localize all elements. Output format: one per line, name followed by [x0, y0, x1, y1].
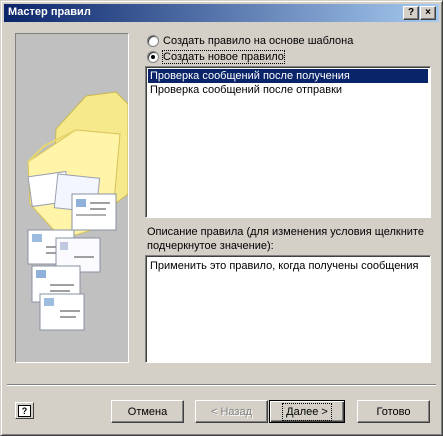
help-button[interactable]: ?: [15, 402, 34, 419]
radio-new-rule[interactable]: [147, 51, 159, 63]
radio-from-template[interactable]: [147, 35, 159, 47]
option-new-rule-label: Создать новое правило: [162, 50, 285, 64]
rule-type-list[interactable]: Проверка сообщений после получения Прове…: [145, 66, 431, 218]
title-bar[interactable]: Мастер правил ? ×: [4, 4, 439, 22]
help-icon: ?: [18, 404, 31, 417]
rule-description-text: Применить это правило, когда получены со…: [150, 260, 419, 272]
question-mark-icon: ?: [407, 7, 415, 18]
close-icon: ×: [425, 7, 431, 18]
window-title: Мастер правил: [8, 6, 91, 18]
wizard-illustration: [15, 33, 129, 363]
finish-button[interactable]: Готово: [357, 400, 430, 423]
option-from-template-label: Создать правило на основе шаблона: [163, 35, 354, 47]
next-button-label: Далее >: [282, 402, 332, 421]
finish-button-label: Готово: [376, 405, 411, 418]
option-from-template[interactable]: Создать правило на основе шаблона: [147, 34, 353, 48]
back-button[interactable]: < Назад: [195, 400, 268, 423]
rules-wizard-dialog: Мастер правил ? × Создать правило на осн…: [0, 0, 443, 436]
folder-letters-icon: [27, 91, 128, 331]
list-item[interactable]: Проверка сообщений после отправки: [148, 83, 428, 97]
cancel-button[interactable]: Отмена: [111, 400, 184, 423]
next-button[interactable]: Далее >: [269, 400, 345, 423]
separator: [7, 384, 436, 386]
title-help-button[interactable]: ?: [403, 6, 419, 20]
cancel-button-label: Отмена: [127, 405, 168, 418]
list-item[interactable]: Проверка сообщений после получения: [148, 69, 428, 83]
close-button[interactable]: ×: [420, 6, 436, 20]
rule-description-box[interactable]: Применить это правило, когда получены со…: [145, 255, 431, 363]
option-new-rule[interactable]: Создать новое правило: [147, 50, 285, 64]
description-label: Описание правила (для изменения условия …: [147, 226, 424, 252]
back-button-label: < Назад: [211, 405, 252, 418]
